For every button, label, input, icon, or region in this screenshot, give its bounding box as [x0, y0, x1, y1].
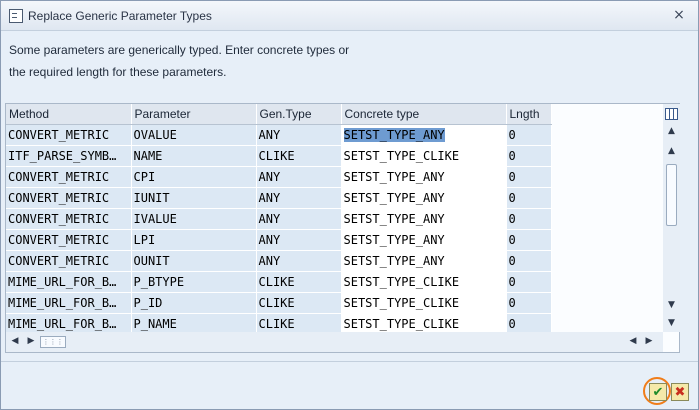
parameter-cell: P_ID: [131, 292, 257, 314]
parameter-cell: IVALUE: [131, 208, 257, 230]
dialog-footer: ✔ ✖: [1, 361, 698, 409]
layout-grid-icon: [665, 108, 678, 120]
table-row: CONVERT_METRIC LPI ANY SETST_TYPE_ANY 0: [6, 228, 552, 251]
scroll-right-end-icon[interactable]: ▶: [644, 336, 654, 346]
length-cell[interactable]: 0: [506, 250, 552, 272]
gen-type-cell: ANY: [256, 166, 342, 188]
method-cell: CONVERT_METRIC: [6, 208, 132, 230]
length-cell[interactable]: 0: [506, 124, 552, 146]
length-cell[interactable]: 0: [506, 166, 552, 188]
checkmark-icon: ✔: [652, 384, 664, 400]
scroll-top-icon[interactable]: ▲: [663, 126, 680, 136]
scroll-bottom-icon[interactable]: ▼: [663, 318, 680, 328]
parameter-cell: LPI: [131, 229, 257, 251]
gen-type-cell: ANY: [256, 208, 342, 230]
method-cell: CONVERT_METRIC: [6, 166, 132, 188]
column-header-gen-type[interactable]: Gen.Type: [256, 104, 342, 125]
column-header-concrete-type[interactable]: Concrete type: [341, 104, 507, 125]
scroll-down-icon[interactable]: ▼: [663, 300, 680, 310]
scroll-left-end-icon[interactable]: ◀: [628, 336, 638, 346]
change-layout-button[interactable]: [663, 104, 680, 124]
gen-type-cell: ANY: [256, 187, 342, 209]
parameter-cell: P_NAME: [131, 313, 257, 335]
parameter-cell: IUNIT: [131, 187, 257, 209]
method-cell: MIME_URL_FOR_B…: [6, 271, 132, 293]
concrete-type-input[interactable]: SETST_TYPE_ANY: [340, 123, 507, 146]
concrete-type-input[interactable]: SETST_TYPE_ANY: [340, 228, 507, 251]
gen-type-cell: CLIKE: [256, 313, 342, 335]
table-row: MIME_URL_FOR_B… P_BTYPE CLIKE SETST_TYPE…: [6, 270, 552, 293]
length-cell[interactable]: 0: [506, 208, 552, 230]
method-cell: CONVERT_METRIC: [6, 124, 132, 146]
concrete-type-input[interactable]: SETST_TYPE_ANY: [340, 186, 507, 209]
length-cell[interactable]: 0: [506, 292, 552, 314]
length-cell[interactable]: 0: [506, 145, 552, 167]
parameter-cell: P_BTYPE: [131, 271, 257, 293]
table-row: CONVERT_METRIC OVALUE ANY SETST_TYPE_ANY…: [6, 123, 552, 146]
table-row: MIME_URL_FOR_B… P_NAME CLIKE SETST_TYPE_…: [6, 312, 552, 335]
instruction-line-2: the required length for these parameters…: [9, 65, 227, 79]
table-header-row: Method Parameter Gen.Type Concrete type …: [6, 104, 552, 125]
cancel-icon: ✖: [674, 384, 686, 400]
dialog-title: Replace Generic Parameter Types: [28, 8, 212, 23]
parameter-grid: Method Parameter Gen.Type Concrete type …: [5, 103, 680, 353]
replace-generic-parameter-types-dialog: Replace Generic Parameter Types × Some p…: [0, 0, 699, 410]
table-row: CONVERT_METRIC IVALUE ANY SETST_TYPE_ANY…: [6, 207, 552, 230]
dialog-icon: [9, 8, 23, 23]
gen-type-cell: CLIKE: [256, 145, 342, 167]
concrete-type-selected-text: SETST_TYPE_ANY: [343, 127, 445, 142]
vertical-scroll-thumb[interactable]: [666, 164, 677, 226]
table-row: MIME_URL_FOR_B… P_ID CLIKE SETST_TYPE_CL…: [6, 291, 552, 314]
table-row: CONVERT_METRIC IUNIT ANY SETST_TYPE_ANY …: [6, 186, 552, 209]
scroll-up-icon[interactable]: ▲: [663, 146, 680, 156]
column-header-parameter[interactable]: Parameter: [131, 104, 257, 125]
gen-type-cell: ANY: [256, 250, 342, 272]
close-icon[interactable]: ×: [672, 8, 686, 22]
method-cell: CONVERT_METRIC: [6, 250, 132, 272]
table-row: ITF_PARSE_SYMB… NAME CLIKE SETST_TYPE_CL…: [6, 144, 552, 167]
method-cell: ITF_PARSE_SYMB…: [6, 145, 132, 167]
column-header-method[interactable]: Method: [6, 104, 132, 125]
table-row: CONVERT_METRIC OUNIT ANY SETST_TYPE_ANY …: [6, 249, 552, 272]
parameter-cell: OUNIT: [131, 250, 257, 272]
method-cell: MIME_URL_FOR_B…: [6, 292, 132, 314]
instruction-line-1: Some parameters are generically typed. E…: [9, 43, 350, 57]
concrete-type-input[interactable]: SETST_TYPE_ANY: [340, 207, 507, 230]
length-cell[interactable]: 0: [506, 187, 552, 209]
length-cell[interactable]: 0: [506, 313, 552, 335]
table-row: CONVERT_METRIC CPI ANY SETST_TYPE_ANY 0: [6, 165, 552, 188]
instruction-text: Some parameters are generically typed. E…: [9, 39, 349, 83]
gen-type-cell: ANY: [256, 124, 342, 146]
length-cell[interactable]: 0: [506, 229, 552, 251]
concrete-type-input[interactable]: SETST_TYPE_CLIKE: [340, 312, 507, 335]
column-header-length[interactable]: Lngth: [506, 104, 552, 125]
method-cell: CONVERT_METRIC: [6, 187, 132, 209]
length-cell[interactable]: 0: [506, 271, 552, 293]
title-bar: Replace Generic Parameter Types ×: [1, 1, 698, 31]
concrete-type-input[interactable]: SETST_TYPE_CLIKE: [340, 270, 507, 293]
horizontal-scrollbar[interactable]: ◀ ▶ ⋮⋮⋮ ◀ ▶: [6, 332, 663, 352]
parameter-cell: NAME: [131, 145, 257, 167]
parameter-cell: OVALUE: [131, 124, 257, 146]
parameter-cell: CPI: [131, 166, 257, 188]
continue-button[interactable]: ✔: [649, 383, 667, 401]
horizontal-scroll-thumb[interactable]: ⋮⋮⋮: [40, 336, 66, 348]
concrete-type-input[interactable]: SETST_TYPE_ANY: [340, 249, 507, 272]
method-cell: CONVERT_METRIC: [6, 229, 132, 251]
concrete-type-input[interactable]: SETST_TYPE_CLIKE: [340, 291, 507, 314]
scroll-right-icon[interactable]: ▶: [26, 336, 36, 346]
parameter-table: Method Parameter Gen.Type Concrete type …: [6, 104, 552, 335]
method-cell: MIME_URL_FOR_B…: [6, 313, 132, 335]
cancel-button[interactable]: ✖: [671, 383, 689, 401]
concrete-type-input[interactable]: SETST_TYPE_ANY: [340, 165, 507, 188]
gen-type-cell: CLIKE: [256, 292, 342, 314]
gen-type-cell: CLIKE: [256, 271, 342, 293]
scroll-left-icon[interactable]: ◀: [10, 336, 20, 346]
concrete-type-input[interactable]: SETST_TYPE_CLIKE: [340, 144, 507, 167]
gen-type-cell: ANY: [256, 229, 342, 251]
